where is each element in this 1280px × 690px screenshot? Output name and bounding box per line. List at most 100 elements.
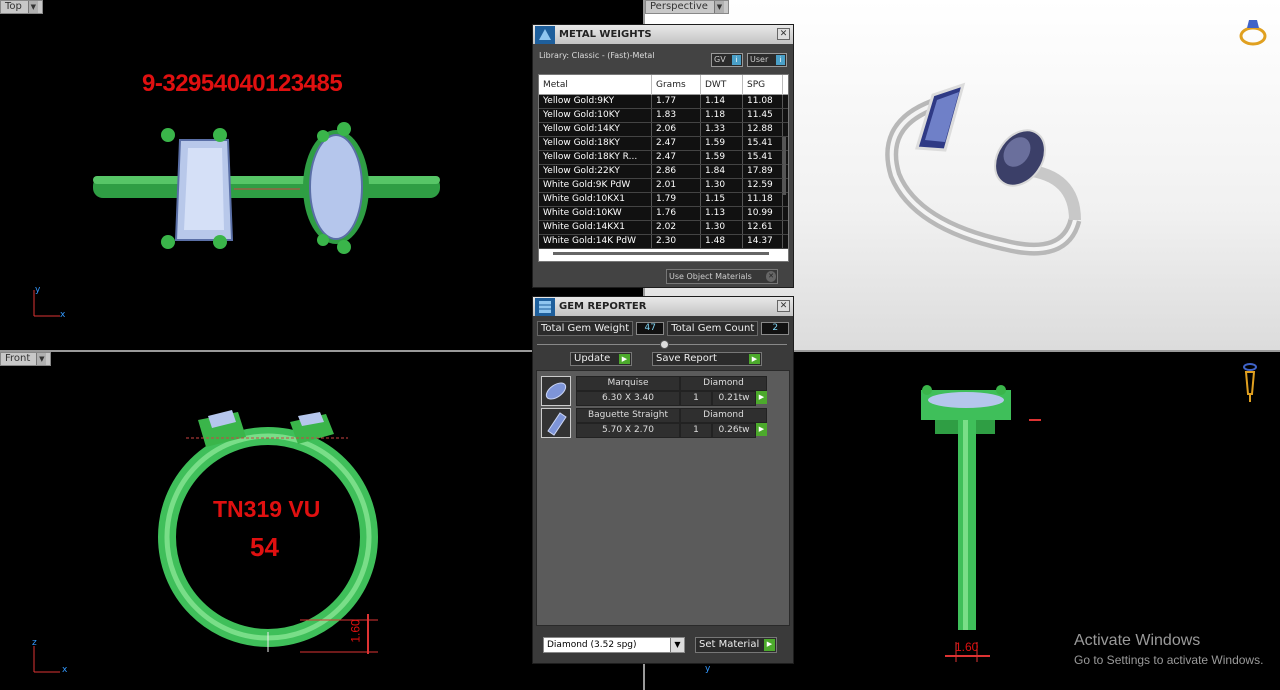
- axis-x-label: x: [60, 310, 66, 320]
- table-cell: 2.47: [652, 151, 701, 164]
- activate-windows-title: Activate Windows: [1074, 632, 1201, 649]
- front-dimension-label: 1.60: [348, 619, 363, 643]
- table-row[interactable]: White Gold:10KX1 1.79 1.15 11.18: [539, 193, 788, 207]
- gem-shape: Baguette Straight: [576, 408, 680, 423]
- side-dimension-label: 1.60: [955, 640, 979, 654]
- table-cell: 1.15: [701, 193, 743, 206]
- axis-y-label: y: [705, 664, 711, 674]
- table-row[interactable]: Yellow Gold:18KY 2.47 1.59 15.41: [539, 137, 788, 151]
- library-label: Library: Classic - (Fast)-Metal: [539, 50, 655, 60]
- table-cell: Yellow Gold:10KY: [539, 109, 652, 122]
- table-row[interactable]: White Gold:14KX1 2.02 1.30 12.61: [539, 221, 788, 235]
- metal-table-vscroll[interactable]: [783, 137, 786, 195]
- gem-size: 6.30 X 3.40: [576, 391, 680, 406]
- info-icon: i: [732, 55, 741, 65]
- material-select[interactable]: Diamond (3.52 spg) ▼: [543, 637, 685, 653]
- gem-weight: 0.26tw: [712, 423, 756, 438]
- chevron-down-icon: ▼: [670, 638, 684, 652]
- column-header-dwt[interactable]: DWT: [701, 75, 743, 95]
- baguette-gem-icon: [541, 408, 571, 438]
- play-icon[interactable]: ▶: [756, 423, 767, 436]
- table-cell: 12.88: [743, 123, 783, 136]
- table-cell: 11.45: [743, 109, 783, 122]
- gem-reporter-titlebar[interactable]: GEM REPORTER ✕: [533, 297, 793, 316]
- gem-reporter-panel: GEM REPORTER ✕ Total Gem Weight 47 Total…: [532, 296, 794, 664]
- engraving-text-line1: TN319 VU: [213, 496, 321, 522]
- gem-stats-row: Total Gem Weight 47 Total Gem Count 2: [537, 321, 790, 336]
- table-row[interactable]: Yellow Gold:14KY 2.06 1.33 12.88: [539, 123, 788, 137]
- axis-z-label: z: [32, 638, 37, 648]
- table-cell: 11.08: [743, 95, 783, 108]
- table-cell: Yellow Gold:14KY: [539, 123, 652, 136]
- metal-table-hscroll[interactable]: [553, 252, 769, 255]
- info-icon: i: [776, 55, 785, 65]
- table-cell: White Gold:9K PdW: [539, 179, 652, 192]
- user-label: User: [750, 55, 769, 64]
- ring-view-icon[interactable]: [1235, 14, 1271, 48]
- close-icon[interactable]: ✕: [777, 300, 790, 312]
- table-cell: Yellow Gold:18KY R...: [539, 151, 652, 164]
- table-cell: Yellow Gold:18KY: [539, 137, 652, 150]
- table-cell: 1.48: [701, 235, 743, 248]
- play-icon: ▶: [764, 639, 775, 651]
- set-material-button[interactable]: Set Material ▶: [695, 637, 777, 653]
- table-cell: 1.83: [652, 109, 701, 122]
- table-cell: 1.59: [701, 151, 743, 164]
- close-icon[interactable]: ✕: [777, 28, 790, 40]
- table-cell: 12.59: [743, 179, 783, 192]
- column-header-spg[interactable]: SPG: [743, 75, 783, 95]
- table-cell: 11.18: [743, 193, 783, 206]
- table-row[interactable]: White Gold:9K PdW 2.01 1.30 12.59: [539, 179, 788, 193]
- table-row[interactable]: Yellow Gold:9KY 1.77 1.14 11.08: [539, 95, 788, 109]
- play-icon[interactable]: ▶: [756, 391, 767, 404]
- table-cell: 1.76: [652, 207, 701, 220]
- pendant-view-icon[interactable]: [1240, 362, 1260, 406]
- metal-weights-icon: [535, 25, 555, 44]
- user-toggle[interactable]: User i: [747, 53, 787, 67]
- gem-item[interactable]: Marquise Diamond 6.30 X 3.40 1 0.21tw ▶: [541, 376, 767, 406]
- total-gem-count-label: Total Gem Count: [667, 321, 759, 336]
- table-cell: 15.41: [743, 137, 783, 150]
- table-cell: 1.79: [652, 193, 701, 206]
- gem-button-row: Update ▶ Save Report ▶: [570, 352, 762, 366]
- column-header-metal[interactable]: Metal: [539, 75, 652, 95]
- table-cell: White Gold:10KW: [539, 207, 652, 220]
- gem-item[interactable]: Baguette Straight Diamond 5.70 X 2.70 1 …: [541, 408, 767, 438]
- total-gem-count-value: 2: [761, 322, 790, 335]
- table-cell: Yellow Gold:22KY: [539, 165, 652, 178]
- use-object-materials-label: Use Object Materials: [669, 272, 752, 281]
- play-icon: ▶: [619, 354, 630, 364]
- update-button[interactable]: Update ▶: [570, 352, 632, 366]
- table-cell: 2.30: [652, 235, 701, 248]
- activate-windows-subtitle: Go to Settings to activate Windows.: [1074, 653, 1264, 667]
- table-row[interactable]: White Gold:14K PdW 2.30 1.48 14.37: [539, 235, 788, 249]
- save-report-button[interactable]: Save Report ▶: [652, 352, 762, 366]
- gem-reporter-icon: [535, 297, 555, 316]
- gem-type: Diamond: [680, 376, 767, 391]
- table-cell: 1.30: [701, 221, 743, 234]
- table-cell: Yellow Gold:9KY: [539, 95, 652, 108]
- metal-table[interactable]: Metal Grams DWT SPG Yellow Gold:9KY 1.77 1…: [538, 74, 789, 262]
- material-row: Diamond (3.52 spg) ▼ Set Material ▶: [543, 637, 777, 653]
- close-icon: ✕: [766, 271, 776, 282]
- material-select-value: Diamond (3.52 spg): [547, 640, 637, 650]
- table-cell: 1.14: [701, 95, 743, 108]
- table-cell: 1.59: [701, 137, 743, 150]
- table-row[interactable]: Yellow Gold:18KY R... 2.47 1.59 15.41: [539, 151, 788, 165]
- metal-weights-titlebar[interactable]: METAL WEIGHTS ✕: [533, 25, 793, 44]
- table-cell: 1.77: [652, 95, 701, 108]
- table-row[interactable]: Yellow Gold:22KY 2.86 1.84 17.89: [539, 165, 788, 179]
- table-row[interactable]: Yellow Gold:10KY 1.83 1.18 11.45: [539, 109, 788, 123]
- table-row[interactable]: White Gold:10KW 1.76 1.13 10.99: [539, 207, 788, 221]
- play-icon: ▶: [749, 354, 760, 364]
- gem-list[interactable]: Marquise Diamond 6.30 X 3.40 1 0.21tw ▶ …: [536, 370, 790, 626]
- gem-slider-handle[interactable]: [660, 340, 669, 349]
- use-object-materials-button[interactable]: Use Object Materials ✕: [666, 269, 778, 284]
- gv-toggle[interactable]: GV i: [711, 53, 743, 67]
- table-cell: 2.01: [652, 179, 701, 192]
- column-header-grams[interactable]: Grams: [652, 75, 701, 95]
- engraving-text-line2: 54: [250, 532, 279, 562]
- table-cell: 10.99: [743, 207, 783, 220]
- gem-size: 5.70 X 2.70: [576, 423, 680, 438]
- table-cell: 1.33: [701, 123, 743, 136]
